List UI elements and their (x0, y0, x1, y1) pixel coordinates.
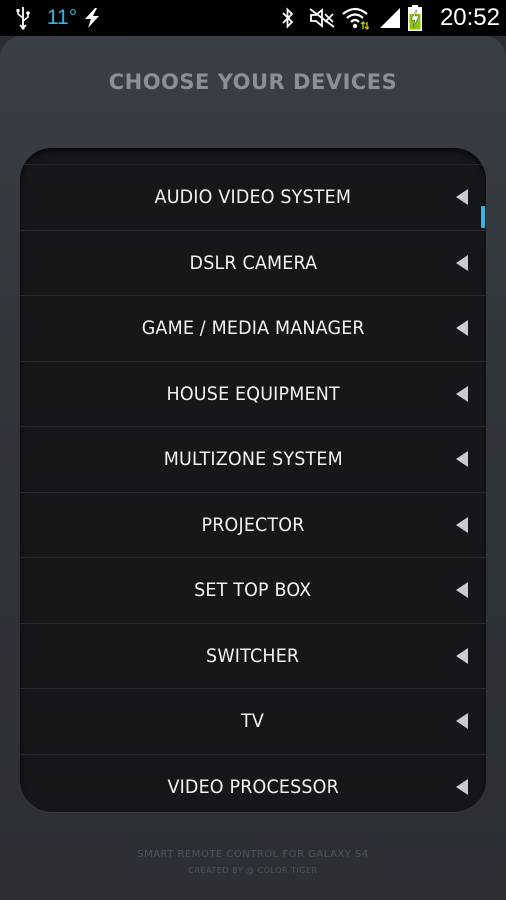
arrow-left-icon (456, 516, 468, 533)
device-item-label: DSLR CAMERA (189, 251, 317, 274)
device-item-label: SET TOP BOX (194, 579, 312, 602)
wifi-icon (340, 0, 370, 36)
device-list-item[interactable]: DSLR CAMERA (20, 229, 486, 296)
device-item-label: PROJECTOR (201, 513, 305, 536)
clock-text: 20:52 (439, 4, 500, 31)
device-list-item[interactable]: AUDIO VIDEO SYSTEM (20, 164, 486, 230)
signal-strength-icon (378, 0, 402, 36)
device-list-item[interactable]: VIDEO PROCESSOR (20, 753, 486, 813)
page-title: CHOOSE YOUR DEVICES (108, 70, 398, 94)
device-item-label: HOUSE EQUIPMENT (166, 382, 340, 405)
arrow-left-icon (456, 713, 468, 730)
device-list-item[interactable]: MULTIZONE SYSTEM (20, 426, 486, 492)
device-item-label: SWITCHER (206, 644, 300, 667)
arrow-left-icon (456, 189, 468, 206)
arrow-left-icon (456, 647, 468, 664)
arrow-left-icon (456, 778, 468, 795)
footer-app-name: SMART REMOTE CONTROL FOR GALAXY S4 (137, 849, 369, 860)
mute-icon (306, 0, 338, 36)
device-list-item[interactable]: TV (20, 688, 486, 754)
footer-credits: CREATED BY @ COLOR TIGER (188, 866, 318, 875)
device-list-item[interactable]: SWITCHER (20, 622, 486, 689)
device-list-item[interactable]: PROJECTOR (20, 491, 486, 558)
device-list-item[interactable]: HOUSE EQUIPMENT (20, 360, 486, 427)
device-item-label: GAME / MEDIA MANAGER (141, 317, 365, 340)
device-item-label: TV (241, 710, 265, 733)
scrollbar[interactable] (481, 206, 485, 228)
bluetooth-icon (278, 0, 298, 36)
arrow-left-icon (456, 385, 468, 402)
device-item-label: AUDIO VIDEO SYSTEM (154, 186, 352, 209)
device-item-label: VIDEO PROCESSOR (167, 775, 339, 798)
arrow-left-icon (456, 582, 468, 599)
device-list-item[interactable]: GAME / MEDIA MANAGER (20, 295, 486, 361)
device-list-item[interactable]: SET TOP BOX (20, 557, 486, 623)
device-item-label: MULTIZONE SYSTEM (163, 448, 343, 471)
arrow-left-icon (456, 451, 468, 468)
status-bar: 11° 20:52 (0, 0, 506, 36)
arrow-left-icon (456, 254, 468, 271)
device-list[interactable]: AUDIO VIDEO SYSTEM DSLR CAMERA GAME / MEDI… (20, 148, 486, 812)
temperature-text: 11° (46, 6, 78, 29)
arrow-left-icon (456, 320, 468, 337)
usb-icon (10, 0, 36, 36)
lightning-icon (80, 0, 104, 36)
battery-charging-icon (404, 0, 426, 36)
main-panel: CHOOSE YOUR DEVICES AUDIO VIDEO SYSTEM DS… (0, 36, 506, 900)
